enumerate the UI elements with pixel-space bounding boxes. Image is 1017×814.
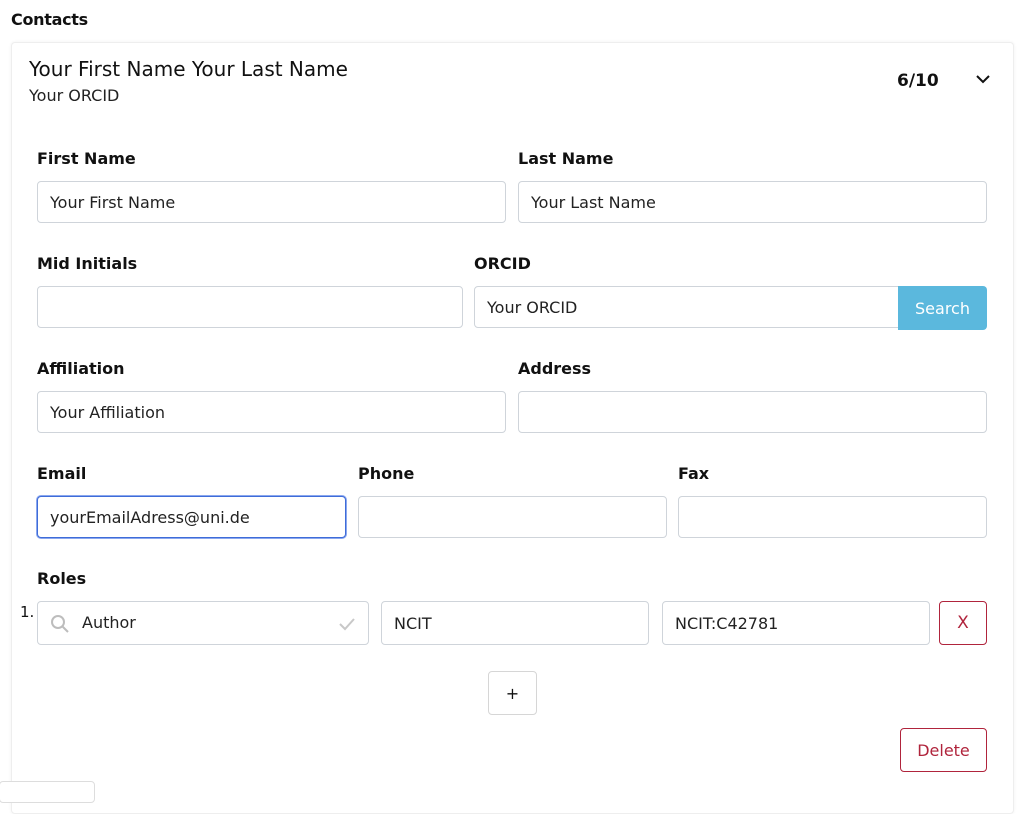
section-title: Contacts — [11, 10, 88, 29]
affiliation-label: Affiliation — [37, 359, 125, 378]
phone-label: Phone — [358, 464, 415, 483]
address-label: Address — [518, 359, 592, 378]
orcid-search-button[interactable]: Search — [898, 286, 987, 330]
delete-contact-button[interactable]: Delete — [900, 728, 987, 772]
affiliation-input[interactable] — [37, 391, 506, 433]
last-name-label: Last Name — [518, 149, 614, 168]
first-name-input[interactable] — [37, 181, 506, 223]
contact-orcid-subtitle: Your ORCID — [29, 86, 120, 105]
chevron-down-icon[interactable] — [974, 70, 992, 88]
email-input[interactable] — [37, 496, 346, 538]
role-term-value: Author — [82, 613, 136, 632]
orcid-label: ORCID — [474, 254, 531, 273]
contact-counter: 6/10 — [897, 71, 939, 91]
role-accession-input[interactable] — [662, 601, 930, 645]
last-name-input[interactable] — [518, 181, 987, 223]
remove-role-button[interactable]: X — [939, 601, 987, 645]
contact-name-heading: Your First Name Your Last Name — [29, 57, 348, 81]
check-icon — [339, 618, 355, 631]
mid-initials-input[interactable] — [37, 286, 463, 328]
role-source-input[interactable] — [381, 601, 649, 645]
next-card-edge — [0, 781, 95, 803]
roles-label: Roles — [37, 569, 87, 588]
role-term-select[interactable]: Author — [37, 601, 369, 645]
first-name-label: First Name — [37, 149, 136, 168]
orcid-input[interactable] — [474, 286, 899, 328]
email-label: Email — [37, 464, 87, 483]
mid-initials-label: Mid Initials — [37, 254, 138, 273]
search-icon — [51, 615, 69, 633]
phone-input[interactable] — [358, 496, 667, 538]
fax-label: Fax — [678, 464, 710, 483]
role-index: 1. — [20, 603, 35, 621]
address-input[interactable] — [518, 391, 987, 433]
contact-card: Your First Name Your Last Name Your ORCI… — [11, 42, 1014, 814]
add-role-button[interactable]: + — [488, 671, 537, 715]
fax-input[interactable] — [678, 496, 987, 538]
